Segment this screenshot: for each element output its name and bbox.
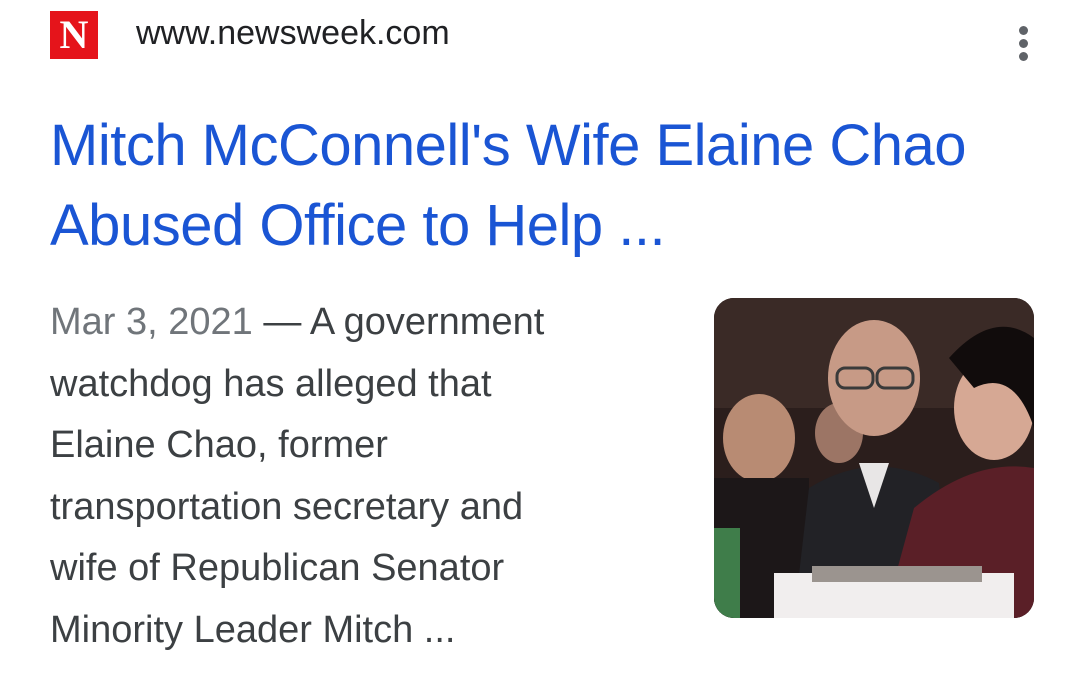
- snippet-line: wife of Republican Senator: [50, 547, 505, 589]
- result-date: Mar 3, 2021: [50, 301, 253, 343]
- source-row[interactable]: N www.newsweek.com: [50, 10, 1040, 64]
- search-result-card: N www.newsweek.com Mitch McConnell's Wif…: [0, 0, 1080, 686]
- result-title-line-1[interactable]: Mitch McConnell's Wife Elaine Chao: [50, 106, 1050, 186]
- snippet-text: — A government: [252, 301, 545, 343]
- result-snippet: Mar 3, 2021 — A government watchdog has …: [50, 292, 670, 661]
- snippet-line: watchdog has alleged that: [50, 362, 492, 405]
- snippet-line: Minority Leader Mitch ...: [50, 608, 456, 651]
- thumbnail-photo: [714, 298, 1034, 618]
- result-thumbnail[interactable]: [714, 298, 1034, 618]
- more-options-icon[interactable]: [1008, 20, 1040, 66]
- newsweek-favicon: N: [50, 11, 98, 59]
- site-url[interactable]: www.newsweek.com: [136, 12, 450, 54]
- result-title-line-2[interactable]: Abused Office to Help ...: [50, 186, 1050, 266]
- snippet-line: transportation secretary and: [50, 485, 524, 528]
- result-title-link[interactable]: Mitch McConnell's Wife Elaine Chao Abuse…: [50, 106, 1050, 266]
- snippet-line: Mar 3, 2021 — A government: [50, 292, 670, 354]
- snippet-line: Elaine Chao, former: [50, 424, 388, 466]
